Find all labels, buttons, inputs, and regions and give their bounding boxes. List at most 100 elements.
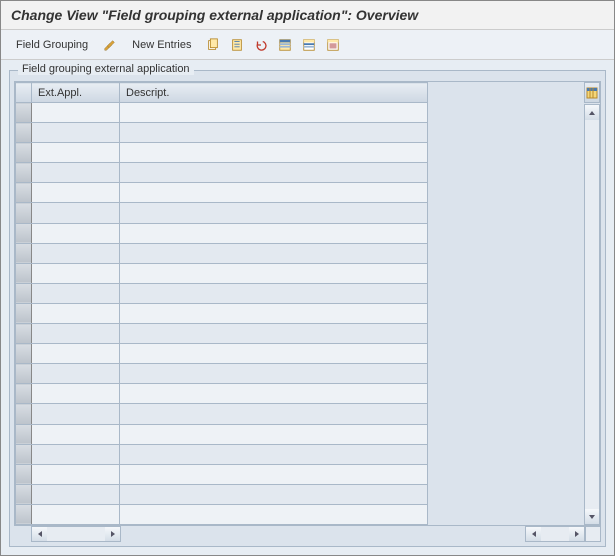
cell-ext-appl[interactable] <box>32 464 120 484</box>
cell-ext-appl[interactable] <box>32 404 120 424</box>
table-row[interactable] <box>16 223 428 243</box>
cell-ext-appl[interactable] <box>32 283 120 303</box>
cell-descript[interactable] <box>120 484 428 504</box>
cell-descript[interactable] <box>120 444 428 464</box>
row-selector[interactable] <box>16 243 32 263</box>
scroll-track[interactable] <box>585 120 599 509</box>
row-selector[interactable] <box>16 444 32 464</box>
table-row[interactable] <box>16 283 428 303</box>
cell-descript[interactable] <box>120 364 428 384</box>
row-selector[interactable] <box>16 364 32 384</box>
table-row[interactable] <box>16 123 428 143</box>
table-row[interactable] <box>16 344 428 364</box>
table-row[interactable] <box>16 384 428 404</box>
delete-icon[interactable] <box>228 36 246 54</box>
cell-ext-appl[interactable] <box>32 444 120 464</box>
row-selector[interactable] <box>16 223 32 243</box>
cell-descript[interactable] <box>120 424 428 444</box>
cell-descript[interactable] <box>120 404 428 424</box>
row-selector[interactable] <box>16 504 32 524</box>
vertical-scrollbar[interactable] <box>584 104 600 525</box>
cell-ext-appl[interactable] <box>32 484 120 504</box>
table-row[interactable] <box>16 143 428 163</box>
table-row[interactable] <box>16 364 428 384</box>
scroll-up-icon[interactable] <box>585 105 599 120</box>
cell-ext-appl[interactable] <box>32 103 120 123</box>
cell-descript[interactable] <box>120 203 428 223</box>
cell-descript[interactable] <box>120 223 428 243</box>
table-settings-icon[interactable] <box>584 82 600 103</box>
deselect-all-icon[interactable] <box>324 36 342 54</box>
scroll-left-icon[interactable] <box>526 527 541 541</box>
cell-ext-appl[interactable] <box>32 263 120 283</box>
table-row[interactable] <box>16 183 428 203</box>
row-selector[interactable] <box>16 123 32 143</box>
hscroll-col1[interactable] <box>31 526 121 542</box>
cell-descript[interactable] <box>120 243 428 263</box>
row-selector[interactable] <box>16 384 32 404</box>
cell-ext-appl[interactable] <box>32 203 120 223</box>
row-selector[interactable] <box>16 203 32 223</box>
row-selector[interactable] <box>16 143 32 163</box>
table-row[interactable] <box>16 404 428 424</box>
table-row[interactable] <box>16 203 428 223</box>
cell-descript[interactable] <box>120 143 428 163</box>
row-selector[interactable] <box>16 263 32 283</box>
cell-descript[interactable] <box>120 263 428 283</box>
new-entries-button[interactable]: New Entries <box>125 35 198 55</box>
scroll-right-icon[interactable] <box>569 527 584 541</box>
scroll-left-icon[interactable] <box>32 527 47 541</box>
cell-ext-appl[interactable] <box>32 143 120 163</box>
col-descript[interactable]: Descript. <box>120 83 428 103</box>
cell-ext-appl[interactable] <box>32 364 120 384</box>
select-block-icon[interactable] <box>300 36 318 54</box>
data-grid[interactable]: Ext.Appl. Descript. <box>15 82 428 525</box>
table-row[interactable] <box>16 103 428 123</box>
cell-descript[interactable] <box>120 464 428 484</box>
cell-ext-appl[interactable] <box>32 183 120 203</box>
undo-icon[interactable] <box>252 36 270 54</box>
cell-ext-appl[interactable] <box>32 223 120 243</box>
row-selector[interactable] <box>16 283 32 303</box>
cell-ext-appl[interactable] <box>32 243 120 263</box>
table-row[interactable] <box>16 163 428 183</box>
cell-descript[interactable] <box>120 183 428 203</box>
select-all-icon[interactable] <box>276 36 294 54</box>
table-row[interactable] <box>16 424 428 444</box>
row-selector[interactable] <box>16 344 32 364</box>
cell-ext-appl[interactable] <box>32 504 120 524</box>
table-row[interactable] <box>16 263 428 283</box>
cell-descript[interactable] <box>120 344 428 364</box>
cell-descript[interactable] <box>120 103 428 123</box>
col-ext-appl[interactable]: Ext.Appl. <box>32 83 120 103</box>
table-row[interactable] <box>16 324 428 344</box>
cell-descript[interactable] <box>120 324 428 344</box>
cell-ext-appl[interactable] <box>32 424 120 444</box>
hscroll-col2[interactable] <box>525 526 585 542</box>
scroll-down-icon[interactable] <box>585 509 599 524</box>
row-selector[interactable] <box>16 404 32 424</box>
cell-descript[interactable] <box>120 283 428 303</box>
table-row[interactable] <box>16 243 428 263</box>
table-row[interactable] <box>16 444 428 464</box>
row-selector[interactable] <box>16 464 32 484</box>
row-selector[interactable] <box>16 163 32 183</box>
copy-icon[interactable] <box>204 36 222 54</box>
row-selector[interactable] <box>16 324 32 344</box>
cell-ext-appl[interactable] <box>32 303 120 323</box>
table-row[interactable] <box>16 464 428 484</box>
row-selector[interactable] <box>16 484 32 504</box>
cell-ext-appl[interactable] <box>32 123 120 143</box>
cell-descript[interactable] <box>120 303 428 323</box>
cell-ext-appl[interactable] <box>32 344 120 364</box>
row-selector[interactable] <box>16 303 32 323</box>
row-selector[interactable] <box>16 183 32 203</box>
table-row[interactable] <box>16 484 428 504</box>
scroll-right-icon[interactable] <box>105 527 120 541</box>
field-grouping-button[interactable]: Field Grouping <box>9 35 95 55</box>
table-row[interactable] <box>16 303 428 323</box>
cell-ext-appl[interactable] <box>32 324 120 344</box>
cell-ext-appl[interactable] <box>32 163 120 183</box>
cell-descript[interactable] <box>120 123 428 143</box>
edit-pencils-icon[interactable] <box>101 36 119 54</box>
